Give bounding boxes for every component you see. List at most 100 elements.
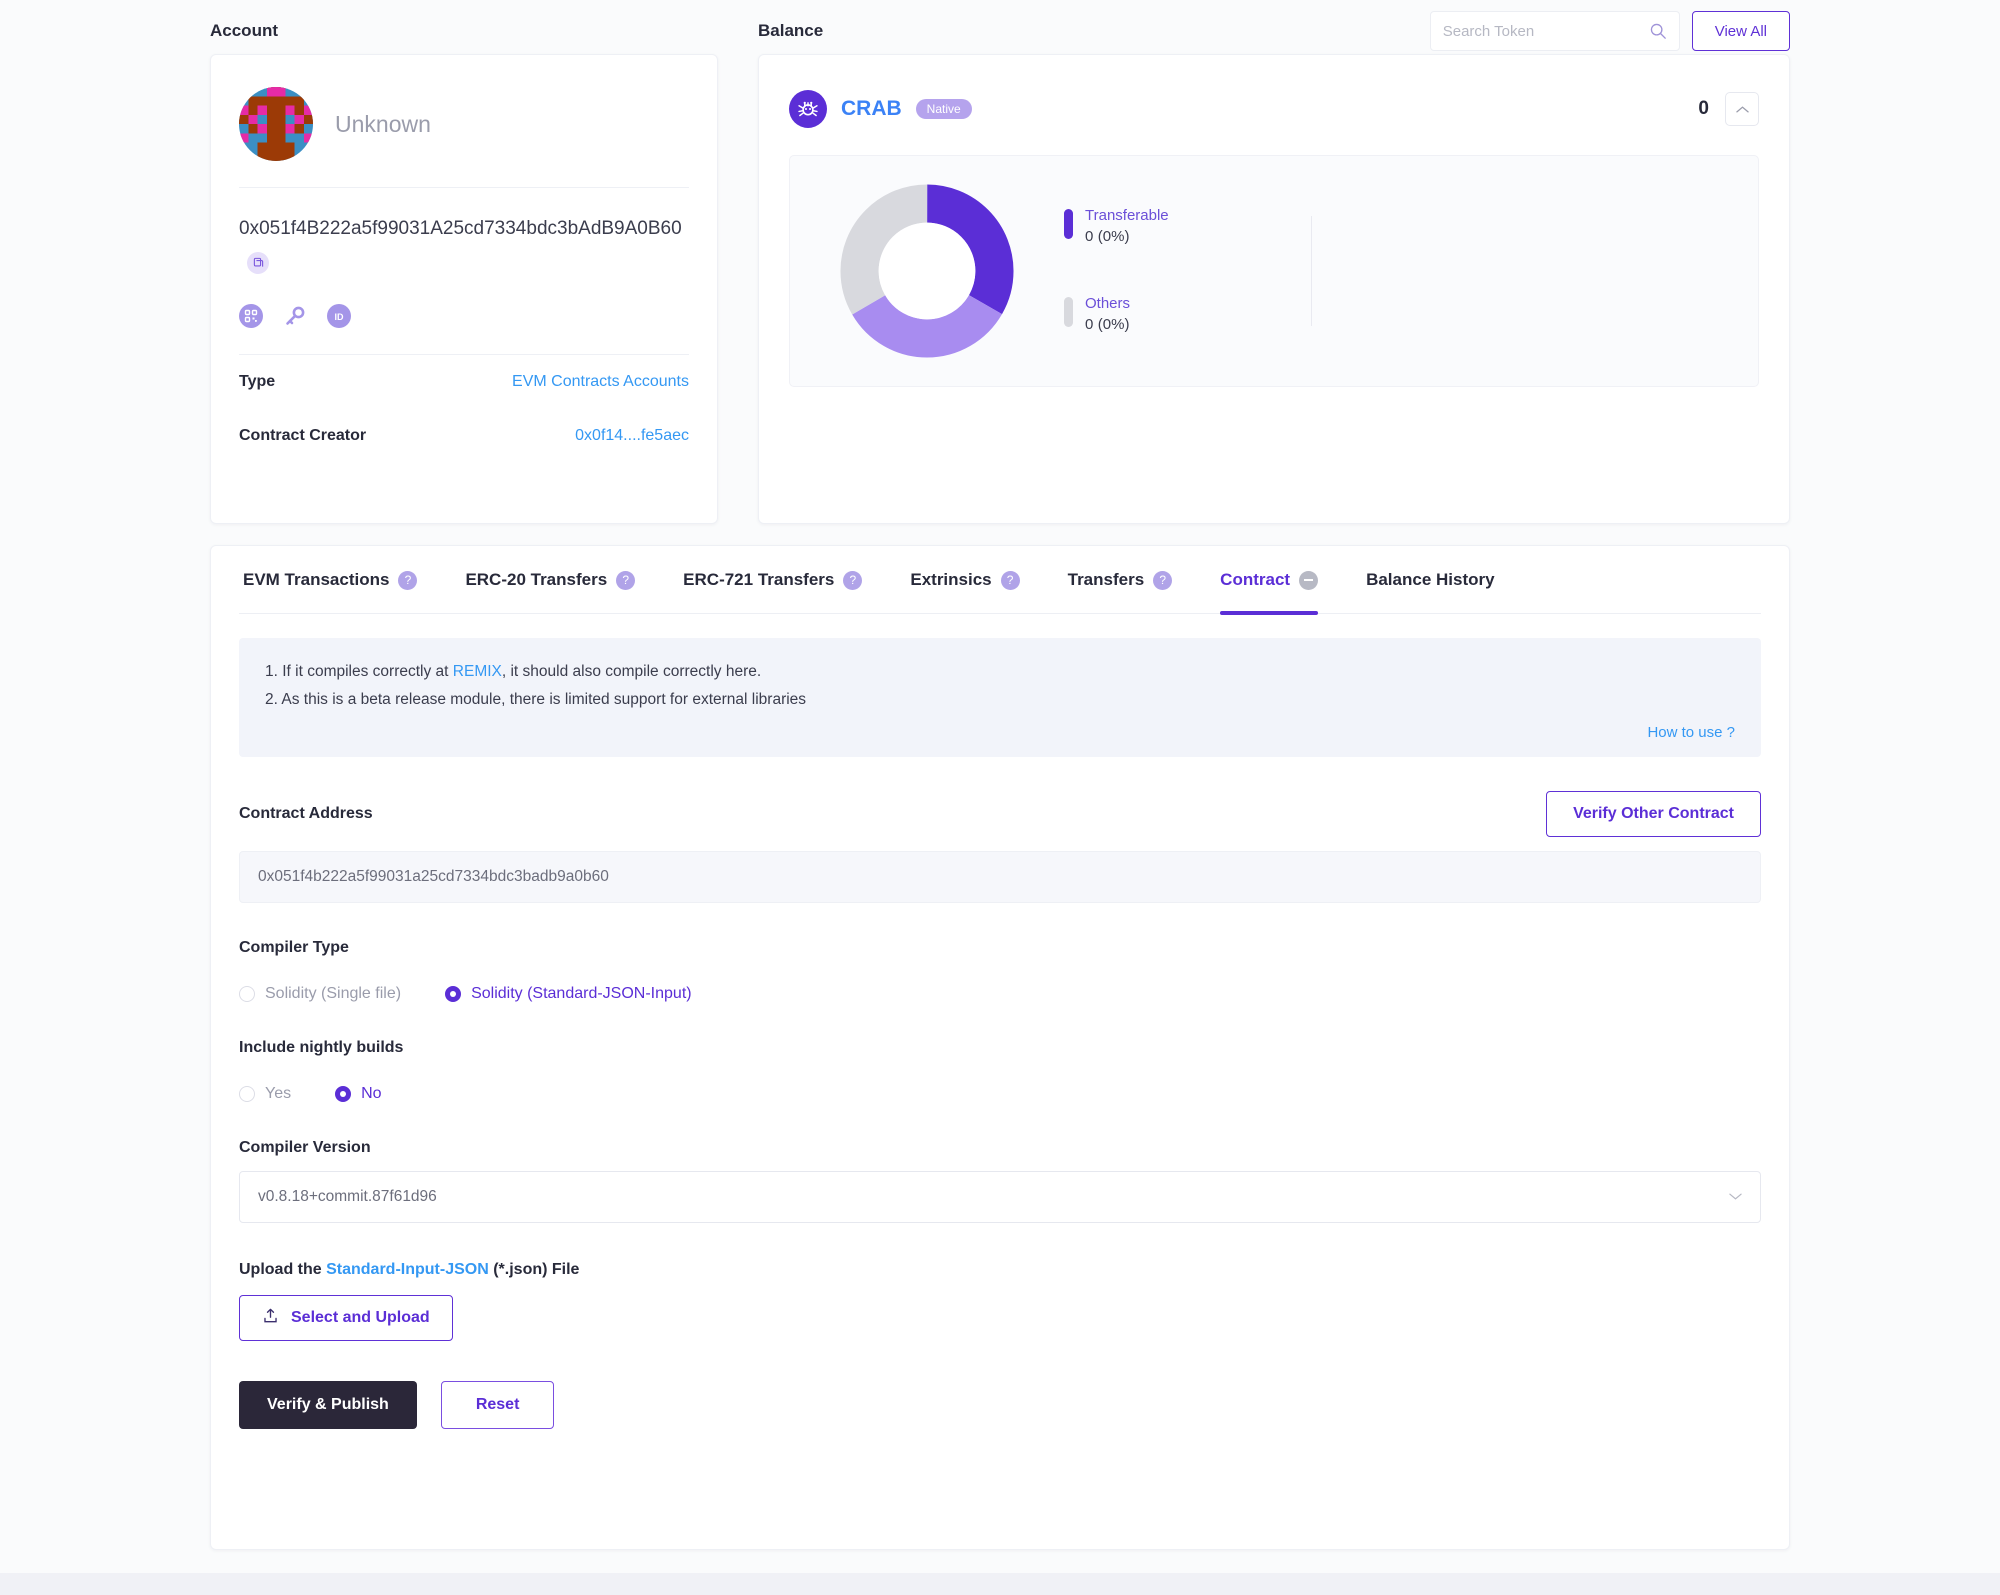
legend-label-others: Others [1085, 295, 1131, 312]
verify-other-contract-button[interactable]: Verify Other Contract [1546, 791, 1761, 837]
radio-label: Yes [265, 1085, 292, 1102]
token-symbol: CRAB [841, 97, 902, 120]
tab-label: Balance History [1366, 570, 1495, 589]
radio-label: No [361, 1085, 382, 1102]
contract-address-input[interactable]: 0x051f4b222a5f99031a25cd7334bdc3badb9a0b… [239, 851, 1761, 903]
account-section-title: Account [210, 21, 278, 40]
top-summary-row: Account Unknown 0x051f4B222a5f99031A25cd… [210, 8, 1790, 524]
page-bottom-strip [0, 1573, 2000, 1595]
legend-swatch-transferable [1064, 209, 1073, 239]
notice-line-1-a: 1. If it compiles correctly at [265, 663, 453, 680]
radio-icon-selected [335, 1086, 352, 1102]
tab-extrinsics[interactable]: Extrinsics ? [886, 546, 1043, 614]
tab-label: Extrinsics [910, 570, 992, 589]
compiler-type-radio-group: Solidity (Single file) Solidity (Standar… [239, 985, 1761, 1003]
svg-text:ID: ID [335, 312, 345, 322]
tab-label: ERC-20 Transfers [465, 570, 608, 589]
legend-item-others: Others 0 (0%) [1064, 294, 1169, 336]
qr-code-icon[interactable] [239, 304, 263, 328]
legend-swatch-others [1064, 297, 1073, 327]
radio-icon [239, 986, 255, 1002]
tab-evm-transactions[interactable]: EVM Transactions ? [239, 546, 441, 614]
copy-icon[interactable] [247, 251, 269, 274]
compiler-version-value: v0.8.18+commit.87f61d96 [258, 1188, 437, 1205]
tab-label: Contract [1220, 570, 1291, 589]
contract-address-header: Contract Address Verify Other Contract [239, 791, 1761, 837]
standard-input-json-link[interactable]: Standard-Input-JSON [326, 1261, 489, 1278]
legend-item-transferable: Transferable 0 (0%) [1064, 206, 1169, 248]
remix-link[interactable]: REMIX [453, 663, 502, 680]
chevron-up-icon[interactable] [1725, 92, 1759, 126]
account-row-type-key: Type [239, 373, 276, 390]
token-row-crab: CRAB Native 0 [789, 81, 1759, 137]
tab-label: Transfers [1067, 570, 1145, 589]
balance-chart-legend: Transferable 0 (0%) Others 0 (0%) [1064, 206, 1169, 336]
chevron-down-icon [1729, 1188, 1742, 1206]
balance-section-header: Balance View All [758, 8, 1790, 54]
radio-label: Solidity (Standard-JSON-Input) [471, 985, 692, 1002]
token-amount: 0 [1698, 98, 1709, 119]
legend-percent-others: (0%) [1097, 316, 1130, 333]
crab-icon [789, 90, 827, 128]
account-action-icons: ID [239, 280, 689, 354]
account-address-text: 0x051f4B222a5f99031A25cd7334bdc3bAdB9A0B… [239, 218, 682, 239]
contract-panel: EVM Transactions ? ERC-20 Transfers ? ER… [210, 545, 1790, 1550]
question-icon: ? [843, 570, 863, 590]
balance-section-title: Balance [758, 21, 824, 40]
radio-solidity-single-file[interactable]: Solidity (Single file) [239, 985, 401, 1003]
account-row-type-value[interactable]: EVM Contracts Accounts [512, 373, 689, 391]
reset-button[interactable]: Reset [440, 1381, 555, 1429]
tab-bar: EVM Transactions ? ERC-20 Transfers ? ER… [239, 546, 1761, 615]
upload-button-label: Select and Upload [291, 1309, 430, 1326]
tab-label: EVM Transactions [243, 570, 390, 589]
balance-donut-chart [838, 182, 1016, 360]
upload-label-b: (*.json) File [488, 1261, 580, 1278]
account-address: 0x051f4B222a5f99031A25cd7334bdc3bAdB9A0B… [239, 188, 689, 280]
balance-card: CRAB Native 0 Transferable 0 (0%) Others… [758, 54, 1790, 524]
compiler-type-label: Compiler Type [239, 939, 349, 956]
tab-transfers[interactable]: Transfers ? [1044, 546, 1197, 614]
question-icon: ? [616, 570, 636, 590]
info-notice: 1. If it compiles correctly at REMIX, it… [239, 638, 1761, 757]
tab-balance-history[interactable]: Balance History [1342, 546, 1519, 614]
radio-nightly-yes[interactable]: Yes [239, 1085, 291, 1103]
tab-erc20-transfers[interactable]: ERC-20 Transfers ? [441, 546, 659, 614]
tab-label: ERC-721 Transfers [683, 570, 835, 589]
view-all-button[interactable]: View All [1691, 11, 1790, 51]
verify-publish-button[interactable]: Verify & Publish [239, 1381, 417, 1429]
identicon-avatar [239, 87, 313, 161]
compiler-version-label: Compiler Version [239, 1139, 371, 1156]
account-identity: Unknown [239, 83, 689, 187]
legend-value-transferable: 0 [1085, 228, 1094, 245]
balance-column: Balance View All [758, 8, 1790, 524]
minus-icon [1299, 570, 1319, 590]
compiler-version-select[interactable]: v0.8.18+commit.87f61d96 [239, 1171, 1761, 1223]
legend-percent-transferable: (0%) [1097, 228, 1130, 245]
question-icon: ? [398, 570, 418, 590]
notice-line-1-b: , it should also compile correctly here. [501, 663, 762, 680]
balance-breakdown-chart: Transferable 0 (0%) Others 0 (0%) [789, 155, 1759, 387]
radio-solidity-standard-json[interactable]: Solidity (Standard-JSON-Input) [445, 985, 692, 1003]
token-search-box[interactable] [1429, 11, 1680, 51]
question-icon: ? [1000, 570, 1020, 590]
account-row-creator: Contract Creator 0x0f14....fe5aec [239, 409, 689, 463]
token-type-badge: Native [915, 99, 972, 119]
form-actions: Verify & Publish Reset [239, 1381, 1761, 1429]
radio-nightly-no[interactable]: No [335, 1085, 382, 1103]
search-input[interactable] [1442, 22, 1649, 40]
legend-divider [1310, 216, 1312, 326]
id-icon[interactable]: ID [327, 304, 351, 328]
account-card: Unknown 0x051f4B222a5f99031A25cd7334bdc3… [210, 54, 718, 524]
nightly-builds-radio-group: Yes No [239, 1085, 1761, 1103]
account-row-creator-value[interactable]: 0x0f14....fe5aec [575, 427, 689, 445]
select-and-upload-button[interactable]: Select and Upload [239, 1295, 453, 1341]
account-column: Account Unknown 0x051f4B222a5f99031A25cd… [210, 8, 718, 524]
tab-contract[interactable]: Contract [1196, 546, 1342, 615]
account-row-type: Type EVM Contracts Accounts [239, 355, 689, 409]
radio-icon-selected [445, 986, 462, 1002]
contract-address-label: Contract Address [239, 805, 373, 822]
how-to-use-link[interactable]: How to use ? [265, 724, 1735, 741]
key-icon[interactable] [283, 304, 307, 328]
notice-line-1: 1. If it compiles correctly at REMIX, it… [265, 658, 1735, 686]
tab-erc721-transfers[interactable]: ERC-721 Transfers ? [659, 546, 886, 614]
